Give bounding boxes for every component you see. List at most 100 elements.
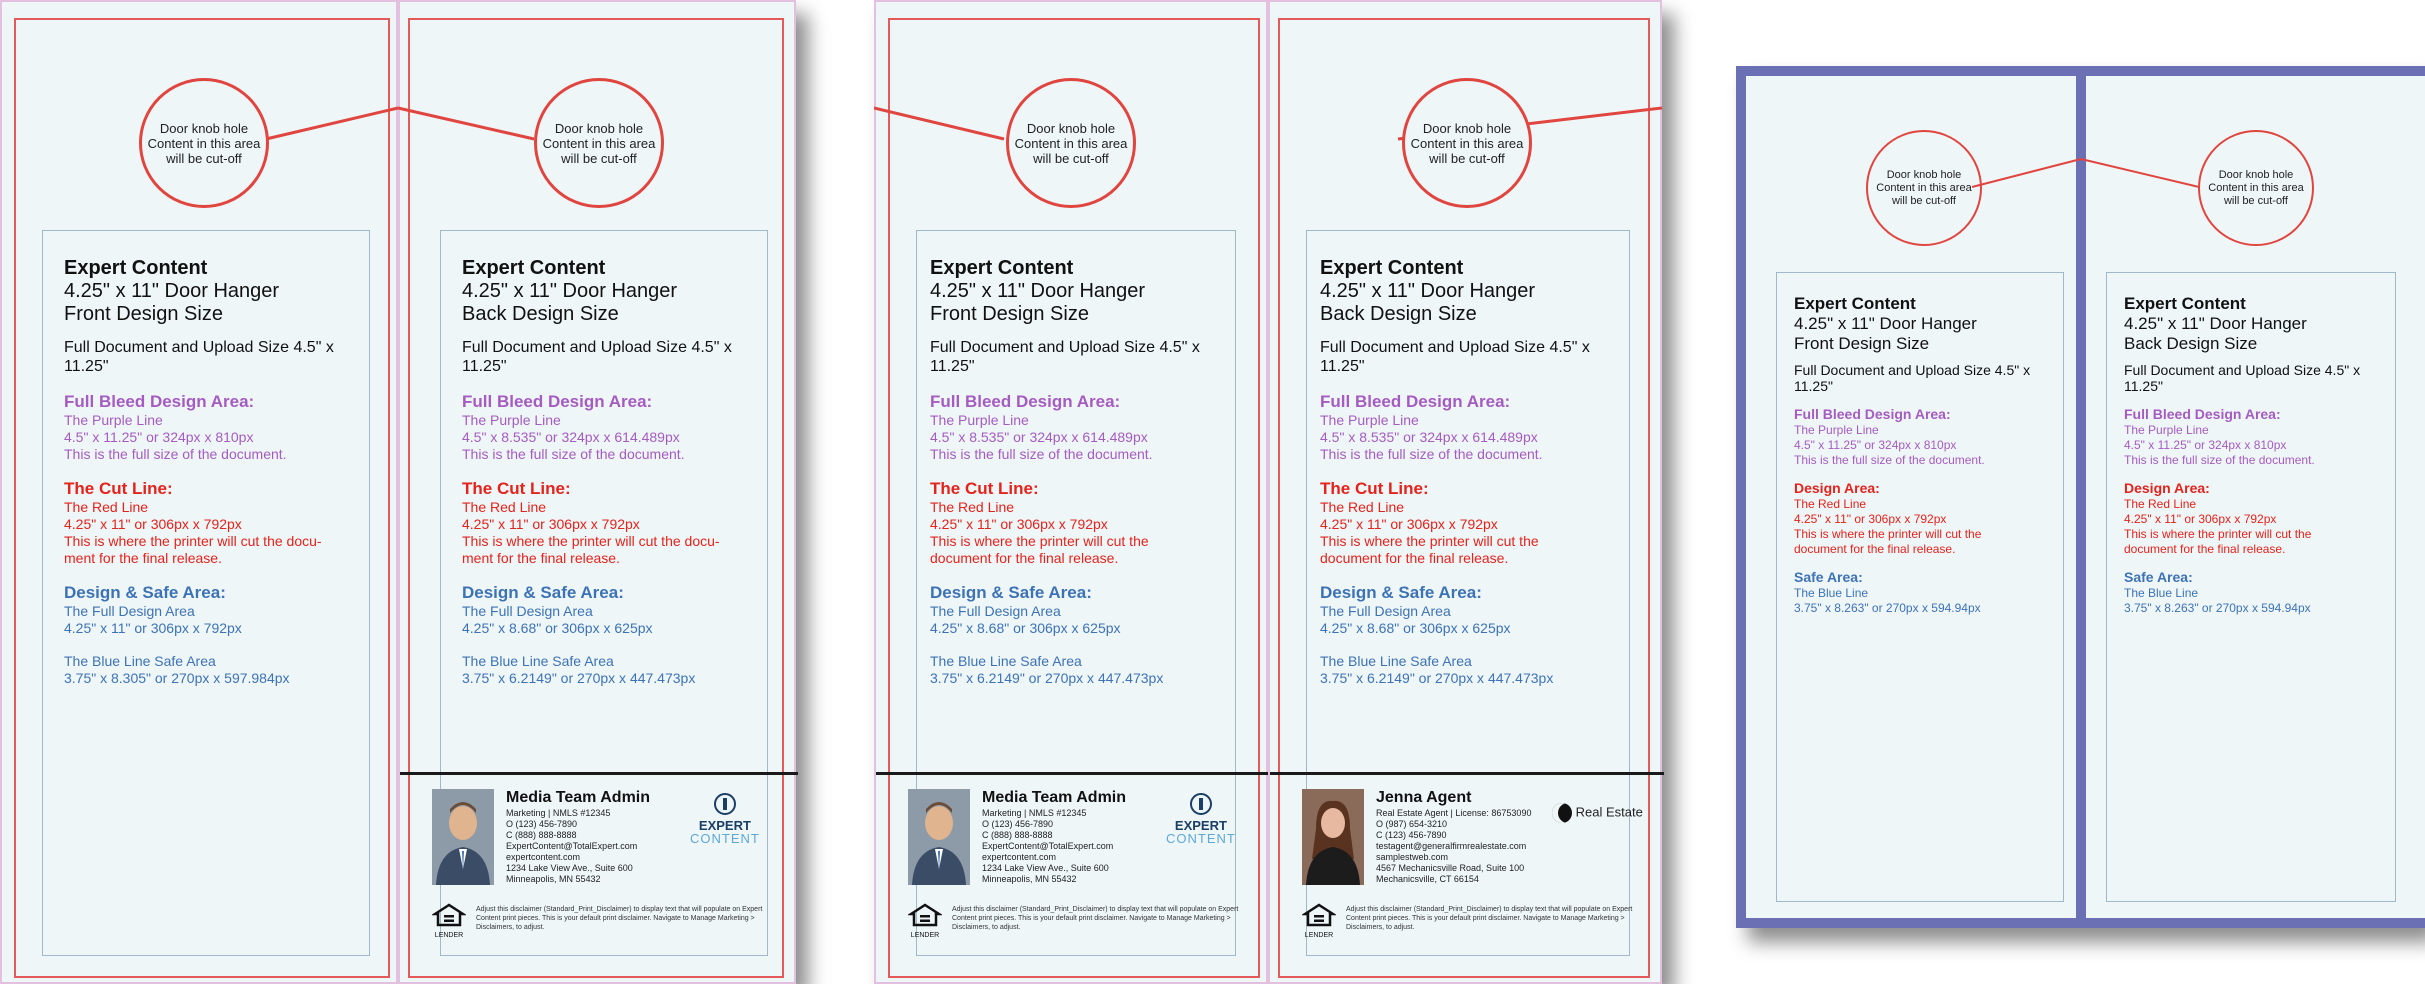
section-line: The Red Line (1320, 499, 1405, 515)
section-line: 4.25" x 11" or 306px x 792px (930, 516, 1108, 532)
section-line: The Purple Line (64, 412, 163, 428)
panel-subtitle: 4.25" x 11" Door Hanger (462, 280, 678, 302)
section-line: The Full Design Area (1320, 603, 1451, 619)
section-line: document for the final release. (1794, 542, 1956, 556)
door-knob-hole: Door knob hole Content in this area will… (1006, 78, 1136, 208)
section-line: 4.5" x 8.535" or 324px x 614.489px (462, 429, 680, 445)
section-heading: Full Bleed Design Area: (64, 392, 255, 411)
spec-section: The Cut Line: The Red Line 4.25" x 11" or … (1320, 479, 1620, 567)
section-heading: Safe Area: (1794, 569, 1863, 585)
spec-section: Design Area: The Red Line 4.25" x 11" or 3… (2124, 480, 2394, 557)
print-disclaimer: Adjust this disclaimer (Standard_Print_D… (952, 906, 1239, 931)
contact-line: Minneapolis, MN 55432 (506, 874, 601, 884)
section-line: 3.75" x 6.2149" or 270px x 447.473px (930, 670, 1164, 686)
panel-front: Door knob hole Content in this area will… (1746, 76, 2076, 918)
section-line: The Red Line (930, 499, 1015, 515)
section-line: 3.75" x 8.263" or 270px x 594.94px (2124, 601, 2311, 615)
contact-line: testagent@generalfirmrealestate.com (1376, 841, 1527, 851)
section-line: The Full Design Area (930, 603, 1061, 619)
door-knob-hole: Door knob hole Content in this area will… (139, 78, 269, 208)
agent-name: Media Team Admin (982, 789, 1127, 806)
spec-section: The Blue Line Safe Area 3.75" x 6.2149" o… (1320, 653, 1620, 687)
spec-section: The Blue Line Safe Area 3.75" x 8.305" or… (64, 653, 354, 687)
section-line: The Purple Line (1794, 423, 1879, 437)
section-line: This is the full size of the document. (64, 446, 287, 462)
section-line: 4.25" x 11" or 306px x 792px (64, 620, 242, 636)
section-heading: Full Bleed Design Area: (462, 392, 653, 411)
section-line: The Blue Line (1794, 586, 1869, 600)
contact-line: Marketing | NMLS #12345 (982, 808, 1087, 818)
document-size: Full Document and Upload Size 4.5" x 11.… (2124, 362, 2361, 394)
panel-title: Expert Content (64, 257, 208, 279)
section-heading: Full Bleed Design Area: (2124, 406, 2281, 422)
section-heading: Full Bleed Design Area: (930, 392, 1121, 411)
section-heading: Design & Safe Area: (462, 583, 624, 602)
section-line: The Purple Line (462, 412, 561, 428)
panel-front: Door knob hole Content in this area will… (0, 0, 398, 984)
section-line: 3.75" x 8.305" or 270px x 597.984px (64, 670, 290, 686)
ehl-label: LENDER (910, 932, 940, 939)
section-line: The Full Design Area (462, 603, 593, 619)
panel-front: Door knob hole Content in this area will… (874, 0, 1270, 984)
section-line: The Purple Line (930, 412, 1029, 428)
document-size: Full Document and Upload Size 4.5" x 11.… (930, 339, 1200, 375)
section-heading: Design & Safe Area: (64, 583, 226, 602)
spec-section: Full Bleed Design Area: The Purple Line 4.… (1794, 406, 2054, 468)
contact-line: ExpertContent@TotalExpert.com (982, 841, 1114, 851)
spec-section: Safe Area: The Blue Line 3.75" x 8.263" or… (1794, 569, 2054, 616)
agent-contact: Marketing | NMLS #12345 O (123) 456-7890 C… (506, 808, 637, 885)
section-line: ment for the final release. (462, 550, 620, 566)
section-line: 3.75" x 6.2149" or 270px x 447.473px (462, 670, 696, 686)
section-line: 4.25" x 11" or 306px x 792px (462, 516, 640, 532)
section-line: 4.25" x 11" or 306px x 792px (1794, 512, 1947, 526)
agent-footer: Jenna Agent Real Estate Agent | License:… (1270, 772, 1664, 972)
panel-subtitle: 4.25" x 11" Door Hanger (1794, 314, 1977, 333)
contact-line: Real Estate Agent | License: 86753090 (1376, 808, 1532, 818)
spec-section: Design & Safe Area: The Full Design Area 4… (1320, 583, 1620, 637)
panel-side: Back Design Size (2124, 334, 2258, 353)
panel-content: Expert Content 4.25" x 11" Door Hanger Fro… (1794, 294, 2054, 616)
real-estate-logo: Real Estate (1552, 803, 1643, 823)
spec-section: Design & Safe Area: The Full Design Area 4… (64, 583, 354, 637)
section-line: This is where the printer will cut the (930, 533, 1149, 549)
section-heading: The Cut Line: (462, 479, 571, 498)
section-line: 3.75" x 6.2149" or 270px x 447.473px (1320, 670, 1554, 686)
door-hanger-pair-2: Door knob hole Content in this area will… (874, 0, 1664, 984)
contact-line: 1234 Lake View Ave., Suite 600 (506, 863, 633, 873)
door-knob-hole: Door knob hole Content in this area will… (534, 78, 664, 208)
print-disclaimer: Adjust this disclaimer (Standard_Print_D… (1346, 906, 1633, 931)
section-line: This is where the printer will cut the (1320, 533, 1539, 549)
section-line: The Blue Line Safe Area (462, 653, 614, 669)
panel-back: Door knob hole Content in this area will… (2086, 76, 2425, 918)
panel-content: Expert Content 4.25" x 11" Door Hanger Fro… (64, 257, 354, 687)
section-line: 4.5" x 11.25" or 324px x 810px (1794, 438, 1957, 452)
section-line: document for the final release. (2124, 542, 2286, 556)
section-line: 4.25" x 8.68" or 306px x 625px (1320, 620, 1511, 636)
panel-title: Expert Content (1320, 257, 1464, 279)
section-heading: Safe Area: (2124, 569, 2193, 585)
section-heading: The Cut Line: (1320, 479, 1429, 498)
contact-line: 1234 Lake View Ave., Suite 600 (982, 863, 1109, 873)
panel-content: Expert Content 4.25" x 11" Door Hanger Bac… (2124, 294, 2394, 616)
agent-footer: Media Team Admin Marketing | NMLS #12345… (876, 772, 1270, 972)
section-line: document for the final release. (930, 550, 1119, 566)
panel-content: Expert Content 4.25" x 11" Door Hanger Bac… (462, 257, 762, 687)
panel-title: Expert Content (930, 257, 1074, 279)
equal-housing-lender-icon: LENDER (1300, 903, 1338, 939)
panel-title: Expert Content (1794, 294, 1916, 313)
spec-section: Full Bleed Design Area: The Purple Line 4.… (930, 392, 1230, 463)
panel-subtitle: 4.25" x 11" Door Hanger (930, 280, 1146, 302)
section-line: 4.25" x 11" or 306px x 792px (1320, 516, 1498, 532)
section-line: 4.5" x 8.535" or 324px x 614.489px (930, 429, 1148, 445)
section-line: This is where the printer will cut the (1794, 527, 1982, 541)
moon-icon (1552, 803, 1572, 823)
spec-section: The Cut Line: The Red Line 4.25" x 11" or … (64, 479, 354, 567)
section-line: The Blue Line Safe Area (64, 653, 216, 669)
panel-title: Expert Content (2124, 294, 2246, 313)
section-heading: Full Bleed Design Area: (1794, 406, 1951, 422)
section-heading: Design & Safe Area: (930, 583, 1092, 602)
spec-section: Design Area: The Red Line 4.25" x 11" or 3… (1794, 480, 2054, 557)
section-line: The Purple Line (1320, 412, 1419, 428)
spec-section: Full Bleed Design Area: The Purple Line 4.… (1320, 392, 1620, 463)
agent-name: Media Team Admin (506, 789, 651, 806)
